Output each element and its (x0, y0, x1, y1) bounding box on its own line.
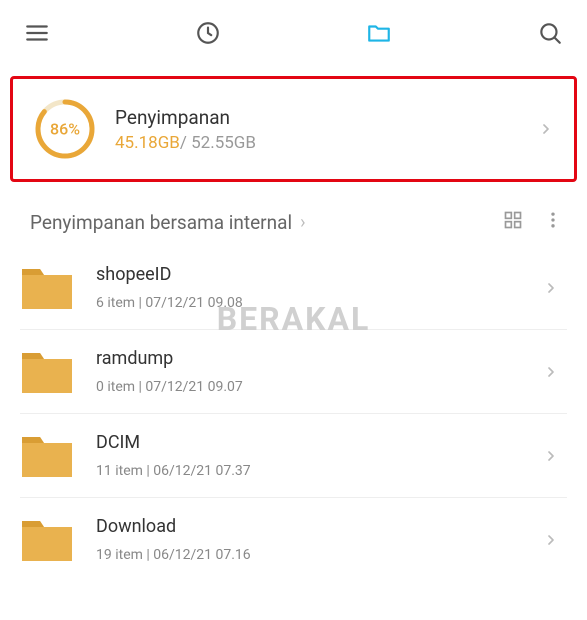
chevron-right-icon (543, 532, 559, 548)
file-meta: 11 item | 06/12/21 07.37 (96, 463, 543, 479)
search-icon (537, 20, 563, 46)
storage-used: 45.18GB (115, 133, 180, 153)
list-item[interactable]: shopeeID 6 item | 07/12/21 09.08 (20, 246, 567, 330)
storage-usage: 45.18GB/ 52.55GB (115, 133, 538, 153)
chevron-right-icon (543, 448, 559, 464)
folder-icon (20, 265, 74, 311)
chevron-right-icon (538, 121, 554, 137)
grid-icon (503, 210, 523, 230)
file-meta: 0 item | 07/12/21 09.07 (96, 379, 543, 395)
top-toolbar (0, 0, 587, 66)
file-list: shopeeID 6 item | 07/12/21 09.08 ramdump… (0, 246, 587, 581)
list-item[interactable]: DCIM 11 item | 06/12/21 07.37 (20, 414, 567, 498)
folder-icon (20, 517, 74, 563)
file-name: shopeeID (96, 264, 543, 285)
chevron-right-icon (543, 364, 559, 380)
list-item[interactable]: ramdump 0 item | 07/12/21 09.07 (20, 330, 567, 414)
file-details: Download 19 item | 06/12/21 07.16 (96, 516, 543, 563)
hamburger-icon (24, 20, 50, 46)
file-name: ramdump (96, 348, 543, 369)
menu-button[interactable] (24, 20, 50, 46)
storage-title: Penyimpanan (115, 106, 538, 129)
file-name: Download (96, 516, 543, 537)
folder-icon (366, 20, 392, 46)
file-name: DCIM (96, 432, 543, 453)
file-details: ramdump 0 item | 07/12/21 09.07 (96, 348, 543, 395)
list-item[interactable]: Download 19 item | 06/12/21 07.16 (20, 498, 567, 581)
storage-info: Penyimpanan 45.18GB/ 52.55GB (115, 106, 538, 153)
chevron-right-icon (543, 280, 559, 296)
file-details: DCIM 11 item | 06/12/21 07.37 (96, 432, 543, 479)
breadcrumb-label: Penyimpanan bersama internal (30, 211, 292, 234)
storage-total: 52.55GB (191, 133, 256, 153)
file-meta: 6 item | 07/12/21 09.08 (96, 295, 543, 311)
file-details: shopeeID 6 item | 07/12/21 09.08 (96, 264, 543, 311)
more-vertical-icon (543, 210, 563, 230)
more-menu-button[interactable] (543, 210, 563, 234)
view-grid-button[interactable] (503, 210, 523, 234)
storage-progress-ring: 86% (33, 97, 97, 161)
storage-percent: 86% (50, 120, 80, 139)
storage-card[interactable]: 86% Penyimpanan 45.18GB/ 52.55GB (10, 76, 577, 182)
recent-button[interactable] (195, 20, 221, 46)
folders-button[interactable] (366, 20, 392, 46)
breadcrumb[interactable]: Penyimpanan bersama internal › (30, 211, 483, 234)
folder-icon (20, 349, 74, 395)
clock-icon (195, 20, 221, 46)
file-meta: 19 item | 06/12/21 07.16 (96, 547, 543, 563)
breadcrumb-row: Penyimpanan bersama internal › (0, 182, 587, 246)
folder-icon (20, 433, 74, 479)
storage-separator: / (180, 133, 191, 153)
search-button[interactable] (537, 20, 563, 46)
chevron-right-icon: › (300, 212, 305, 233)
